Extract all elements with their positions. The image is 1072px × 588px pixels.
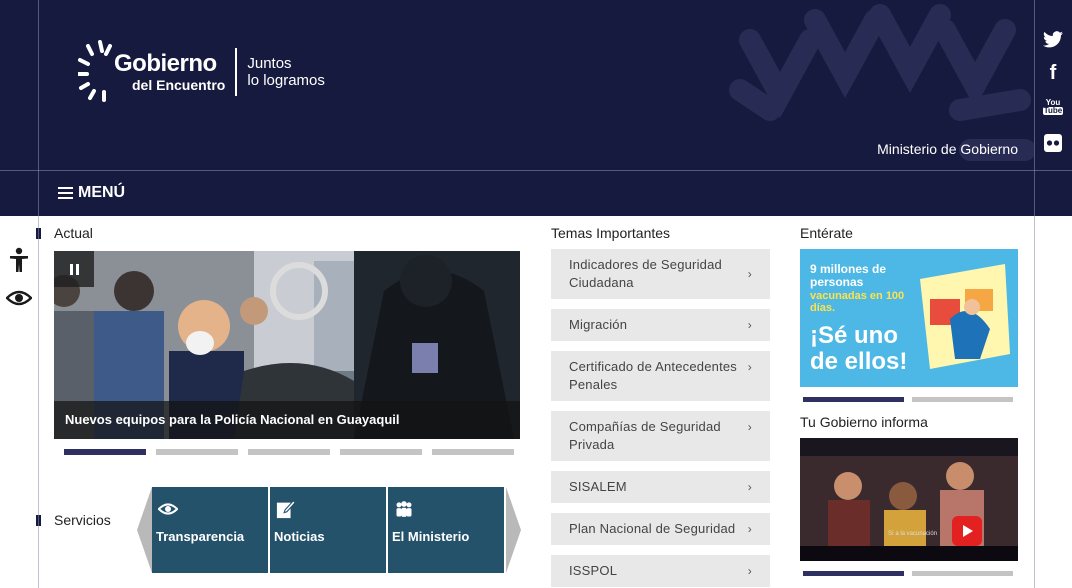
eye-icon[interactable] (6, 288, 32, 308)
logo-divider (235, 48, 238, 96)
social-bar: f You Tube (1034, 0, 1072, 216)
tema-item[interactable]: SISALEM › (551, 471, 770, 503)
play-icon[interactable] (952, 516, 982, 546)
service-tile-transparencia[interactable]: Transparencia (152, 487, 268, 573)
grid-line-left (38, 0, 39, 588)
carousel-dot[interactable] (156, 449, 238, 455)
tema-label: SISALEM (569, 479, 627, 494)
service-label: Transparencia (156, 529, 245, 544)
flickr-icon[interactable] (1042, 132, 1064, 154)
tema-item[interactable]: Certificado de Antecedentes Penales › (551, 351, 770, 401)
tema-item[interactable]: ISSPOL › (551, 555, 770, 587)
site-header: Gobierno del Encuentro Juntos lo logramo… (0, 0, 1072, 170)
chevron-right-icon: › (747, 564, 752, 578)
banner-line2: vacunadas en 100 días. (810, 290, 905, 314)
menu-button[interactable]: MENÚ (58, 184, 125, 202)
video-caption: Sí a la vacunación (888, 531, 938, 537)
page: Gobierno del Encuentro Juntos lo logramo… (0, 0, 1072, 588)
carousel-dots (64, 449, 514, 455)
banner-dot[interactable] (803, 397, 904, 402)
banner-dot[interactable] (912, 397, 1013, 402)
ministry-name: Ministerio de Gobierno (877, 141, 1018, 157)
menu-label: MENÚ (78, 184, 126, 201)
service-label: Noticias (274, 529, 325, 544)
government-logo[interactable]: Gobierno del Encuentro Juntos lo logramo… (78, 40, 325, 104)
hamburger-icon (58, 187, 73, 199)
tagline-line2: lo logramos (247, 72, 325, 89)
services-prev-arrow[interactable] (137, 487, 152, 573)
banner-line3: ¡Sé uno de ellos! (810, 322, 908, 375)
youtube-icon[interactable]: You Tube (1042, 96, 1064, 118)
chevron-right-icon: › (747, 360, 752, 374)
grid-line-right (1034, 0, 1035, 588)
services-next-arrow[interactable] (506, 487, 521, 573)
servicios-title: Servicios (54, 512, 111, 528)
logo-tagline: Juntos lo logramos (247, 55, 325, 90)
actual-title: Actual (54, 225, 93, 241)
tema-item[interactable]: Indicadores de Seguridad Ciudadana › (551, 249, 770, 299)
tu-gobierno-title: Tu Gobierno informa (800, 414, 928, 430)
sun-burst-icon (78, 40, 112, 102)
chevron-right-icon: › (747, 420, 752, 434)
people-icon (396, 501, 412, 517)
chevron-right-icon: › (747, 318, 752, 332)
tema-label: Plan Nacional de Seguridad (569, 521, 736, 536)
chevron-right-icon: › (747, 522, 752, 536)
logo-line1: Gobierno (114, 50, 217, 77)
news-caption: Nuevos equipos para la Policía Nacional … (54, 401, 520, 439)
tema-item[interactable]: Compañías de Seguridad Privada › (551, 411, 770, 461)
tema-label: ISSPOL (569, 563, 618, 578)
pause-button[interactable] (54, 251, 94, 287)
carousel-dot[interactable] (340, 449, 422, 455)
tema-label: Indicadores de Seguridad Ciudadana (569, 257, 722, 290)
video-thumbnail[interactable]: Sí a la vacunación (800, 438, 1018, 561)
chevron-right-icon: › (747, 267, 752, 281)
grid-line-header (0, 170, 1072, 171)
tema-label: Certificado de Antecedentes Penales (569, 359, 738, 392)
tema-label: Migración (569, 317, 628, 332)
carousel-dot[interactable] (248, 449, 330, 455)
temas-title: Temas Importantes (551, 225, 671, 241)
tema-item[interactable]: Plan Nacional de Seguridad › (551, 513, 770, 545)
menu-bar: MENÚ (0, 170, 1072, 216)
service-tile-noticias[interactable]: Noticias (270, 487, 386, 573)
twitter-icon[interactable] (1042, 28, 1064, 50)
enterate-title: Entérate (800, 225, 853, 241)
banner-dots (803, 397, 1013, 402)
edit-icon (276, 500, 296, 519)
video-dots (803, 571, 1013, 576)
tagline-line1: Juntos (247, 54, 292, 72)
chevron-right-icon: › (747, 480, 752, 494)
logo-line2: del Encuentro (132, 77, 226, 93)
facebook-icon[interactable]: f (1042, 62, 1064, 84)
carousel-dot[interactable] (432, 449, 514, 455)
accessibility-person-icon[interactable] (8, 247, 30, 273)
banner-line1: 9 millones de personas (810, 262, 887, 289)
video-dot[interactable] (912, 571, 1013, 576)
video-dot[interactable] (803, 571, 904, 576)
tema-item[interactable]: Migración › (551, 309, 770, 341)
video-frame (800, 438, 1018, 561)
service-label: El Ministerio (392, 529, 470, 544)
eye-icon (157, 503, 179, 515)
service-tile-el-ministerio[interactable]: El Ministerio (388, 487, 504, 573)
vaccination-banner[interactable]: 9 millones de personas vacunadas en 100 … (800, 249, 1018, 387)
tema-label: Compañías de Seguridad Privada (569, 419, 721, 452)
logo-wordmark: Gobierno del Encuentro (114, 50, 226, 93)
news-carousel-slide[interactable]: Nuevos equipos para la Policía Nacional … (54, 251, 520, 439)
carousel-dot[interactable] (64, 449, 146, 455)
